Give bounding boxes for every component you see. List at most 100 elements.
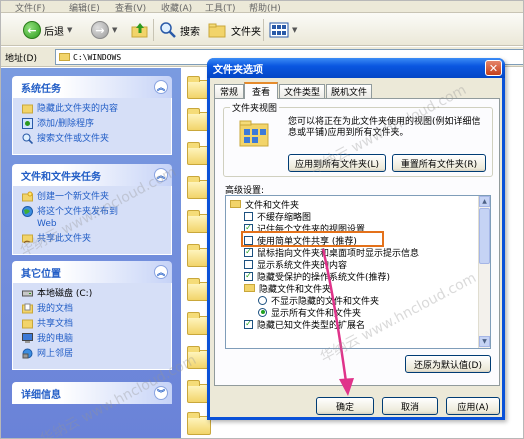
radio-button[interactable]	[258, 295, 267, 305]
setting-hide-protected-os-files[interactable]: ✓ 隐藏受保护的操作系统文件(推荐)	[244, 270, 390, 283]
folder-views-label: 文件夹视图	[230, 101, 280, 114]
views-button[interactable]: ▼	[269, 20, 297, 40]
place-network[interactable]: 网上邻居	[22, 348, 167, 360]
tab-file-types[interactable]: 文件类型	[279, 84, 325, 98]
task-add-remove-programs[interactable]: 添加/删除程序	[22, 118, 167, 130]
setting-simple-file-sharing[interactable]: 使用简单文件共享 (推荐)	[244, 234, 357, 247]
expand-icon[interactable]: ︾	[154, 386, 168, 400]
scroll-thumb[interactable]	[479, 208, 490, 264]
file-tasks-header[interactable]: 文件和文件夹任务 ︽	[12, 164, 172, 186]
task-label: 本地磁盘 (C:)	[37, 289, 93, 299]
file-tasks-panel: 文件和文件夹任务 ︽ 创建一个新文件夹 将这个文件夹发布到 Web 共享此文件夹	[12, 164, 172, 255]
back-arrow-icon: ←	[23, 21, 41, 39]
task-new-folder[interactable]: 创建一个新文件夹	[22, 191, 167, 203]
folder-options-dialog: 文件夹选项 ✕ 常规 查看 文件类型 脱机文件 文件夹视图 您可以将正在为此文件…	[207, 58, 505, 420]
computer-icon	[22, 333, 33, 343]
task-hide-folder-contents[interactable]: 隐藏此文件夹的内容	[22, 103, 167, 115]
setting-do-not-show-hidden[interactable]: 不显示隐藏的文件和文件夹	[258, 294, 379, 307]
details-panel: 详细信息 ︾	[12, 382, 172, 404]
place-local-disk[interactable]: 本地磁盘 (C:)	[22, 288, 167, 300]
tab-offline-files[interactable]: 脱机文件	[326, 84, 372, 98]
system-tasks-body: 隐藏此文件夹的内容 添加/删除程序 搜索文件或文件夹	[12, 98, 172, 155]
task-pane: 系统任务 ︽ 隐藏此文件夹的内容 添加/删除程序 搜索文件或文件夹 文件和文件夹…	[1, 68, 181, 438]
menu-file[interactable]: 文件(F)	[15, 1, 45, 12]
checkbox-checked[interactable]: ✓	[244, 319, 253, 329]
menu-tools[interactable]: 工具(T)	[205, 1, 236, 12]
place-my-documents[interactable]: 我的文档	[22, 303, 167, 315]
task-label: 共享文档	[37, 319, 74, 329]
checkbox-checked[interactable]: ✓	[244, 247, 253, 257]
menu-edit[interactable]: 编辑(E)	[69, 1, 100, 12]
vertical-scrollbar[interactable]: ▲ ▼	[478, 196, 490, 348]
back-button[interactable]: ← 后退 ▼	[23, 20, 72, 40]
place-shared-documents[interactable]: 共享文档	[22, 318, 167, 330]
setting-show-all-files[interactable]: 显示所有文件和文件夹	[258, 306, 361, 319]
search-button[interactable]: 搜索	[159, 20, 200, 40]
scroll-up-icon[interactable]: ▲	[479, 196, 490, 207]
menu-help[interactable]: 帮助(H)	[249, 1, 281, 12]
address-value: C:\WINDOWS	[73, 52, 122, 62]
folder-views-icon	[239, 120, 269, 147]
collapse-icon[interactable]: ︽	[154, 168, 168, 182]
search-icon	[160, 22, 176, 38]
folders-button[interactable]: 文件夹	[208, 20, 261, 40]
other-places-panel: 其它位置 ︽ 本地磁盘 (C:) 我的文档 共享文档 我的电脑 网上邻居	[12, 261, 172, 370]
collapse-icon[interactable]: ︽	[154, 265, 168, 279]
task-share-folder[interactable]: 共享此文件夹	[22, 233, 167, 245]
setting-show-popup-descriptions[interactable]: ✓ 鼠标指向文件夹和桌面项时显示提示信息	[244, 246, 419, 259]
reset-all-folders-button[interactable]: 重置所有文件夹(R)	[392, 154, 486, 172]
checkbox[interactable]	[244, 235, 253, 245]
shared-folder-icon	[22, 319, 33, 329]
scroll-down-icon[interactable]: ▼	[479, 336, 490, 347]
setting-do-not-cache-thumbnails[interactable]: 不缓存缩略图	[244, 210, 311, 223]
tab-general[interactable]: 常规	[214, 84, 244, 98]
chevron-down-icon: ▼	[112, 26, 118, 34]
dialog-title: 文件夹选项	[213, 64, 263, 76]
setting-remember-view-settings[interactable]: ✓ 记住每个文件夹的视图设置	[244, 222, 365, 235]
setting-show-system-folder-contents[interactable]: 显示系统文件夹的内容	[244, 258, 347, 271]
details-title: 详细信息	[21, 389, 61, 401]
address-label: 地址(D)	[5, 54, 37, 64]
cancel-button[interactable]: 取消	[382, 397, 438, 415]
task-publish-web[interactable]: 将这个文件夹发布到 Web	[22, 206, 167, 230]
tab-view[interactable]: 查看	[244, 82, 278, 99]
forward-button[interactable]: → ▼	[91, 20, 117, 40]
back-label: 后退	[44, 26, 64, 38]
restore-defaults-button[interactable]: 还原为默认值(D)	[405, 355, 491, 373]
checkbox-checked[interactable]: ✓	[244, 223, 253, 233]
drive-icon	[22, 290, 33, 297]
menu-favorites[interactable]: 收藏(A)	[161, 1, 192, 12]
task-label: 共享此文件夹	[37, 234, 92, 244]
place-my-computer[interactable]: 我的电脑	[22, 333, 167, 345]
radio-button-selected[interactable]	[258, 307, 267, 317]
folder-icon	[244, 284, 255, 292]
task-label: 我的电脑	[37, 334, 74, 344]
details-header[interactable]: 详细信息 ︾	[12, 382, 172, 404]
folder-views-group: 文件夹视图 您可以将正在为此文件夹使用的视图(例如详细信息或平铺)应用到所有文件…	[223, 101, 493, 177]
checkbox[interactable]	[244, 259, 253, 269]
chevron-down-icon: ▼	[292, 26, 298, 34]
checkbox[interactable]	[244, 211, 253, 221]
tree-folder-files-and-folders: 文件和文件夹	[230, 198, 299, 211]
file-tasks-body: 创建一个新文件夹 将这个文件夹发布到 Web 共享此文件夹	[12, 186, 172, 255]
close-button[interactable]: ✕	[485, 60, 502, 76]
up-folder-icon	[131, 23, 148, 38]
folder-icon	[59, 53, 70, 61]
new-folder-icon	[22, 191, 33, 202]
up-folder-button[interactable]	[131, 20, 149, 40]
other-places-header[interactable]: 其它位置 ︽	[12, 261, 172, 283]
chevron-down-icon: ▼	[67, 26, 73, 34]
menu-bar: 文件(F) 编辑(E) 查看(V) 收藏(A) 工具(T) 帮助(H)	[1, 1, 523, 13]
ok-button[interactable]: 确定	[316, 397, 374, 415]
checkbox-checked[interactable]: ✓	[244, 271, 253, 281]
menu-view[interactable]: 查看(V)	[115, 1, 146, 12]
views-grid-icon	[269, 22, 289, 38]
task-search-files[interactable]: 搜索文件或文件夹	[22, 133, 167, 145]
apply-button[interactable]: 应用(A)	[446, 397, 500, 415]
dialog-titlebar[interactable]: 文件夹选项 ✕	[207, 58, 505, 78]
task-label: 搜索文件或文件夹	[37, 134, 110, 144]
system-tasks-header[interactable]: 系统任务 ︽	[12, 76, 172, 98]
setting-hide-extensions[interactable]: ✓ 隐藏已知文件类型的扩展名	[244, 318, 365, 331]
collapse-icon[interactable]: ︽	[154, 80, 168, 94]
apply-to-all-folders-button[interactable]: 应用到所有文件夹(L)	[288, 154, 386, 172]
